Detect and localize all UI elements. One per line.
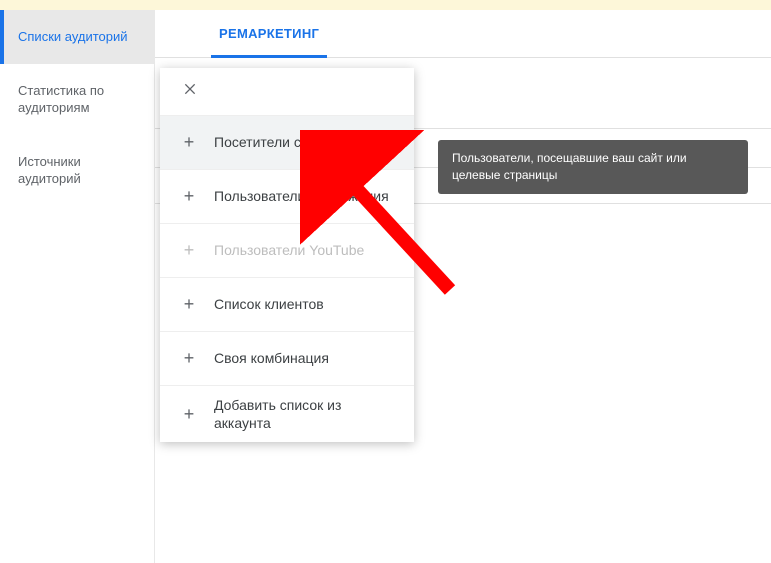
sidebar-item-label: Источники аудиторий <box>18 154 81 187</box>
plus-icon: + <box>182 294 196 315</box>
dropdown-item-youtube-users: + Пользователи YouTube <box>160 224 414 278</box>
dropdown-item-app-users[interactable]: + Пользователи приложения <box>160 170 414 224</box>
dropdown-item-label: Список клиентов <box>214 295 396 313</box>
sidebar: Списки аудиторий Статистика по аудитория… <box>0 10 155 563</box>
tooltip: Пользователи, посещавшие ваш сайт или це… <box>438 140 748 194</box>
dropdown-item-label: Посетители сайта <box>214 133 396 151</box>
dropdown-close-button[interactable] <box>160 68 414 116</box>
sidebar-item-label: Статистика по аудиториям <box>18 83 104 116</box>
dropdown-item-site-visitors[interactable]: + Посетители сайта <box>160 116 414 170</box>
tooltip-text: Пользователи, посещавшие ваш сайт или це… <box>452 151 687 182</box>
dropdown-item-custom-combo[interactable]: + Своя комбинация <box>160 332 414 386</box>
plus-icon: + <box>182 404 196 425</box>
plus-icon: + <box>182 132 196 153</box>
notice-bar <box>0 0 771 10</box>
plus-icon: + <box>182 348 196 369</box>
sidebar-item-audience-lists[interactable]: Списки аудиторий <box>0 10 154 64</box>
dropdown-item-label: Пользователи YouTube <box>214 241 396 259</box>
sidebar-item-audience-stats[interactable]: Статистика по аудиториям <box>0 64 154 135</box>
tab-bar: РЕМАРКЕТИНГ <box>155 10 771 58</box>
sidebar-item-label: Списки аудиторий <box>18 29 128 44</box>
dropdown-item-label: Своя комбинация <box>214 349 396 367</box>
tab-label: РЕМАРКЕТИНГ <box>219 26 319 41</box>
dropdown-item-label: Добавить список из аккаунта <box>214 396 396 432</box>
tab-remarketing[interactable]: РЕМАРКЕТИНГ <box>211 26 327 58</box>
dropdown-item-customer-list[interactable]: + Список клиентов <box>160 278 414 332</box>
plus-icon: + <box>182 240 196 261</box>
dropdown-item-label: Пользователи приложения <box>214 187 396 205</box>
dropdown-item-add-from-account[interactable]: + Добавить список из аккаунта <box>160 386 414 442</box>
sidebar-item-audience-sources[interactable]: Источники аудиторий <box>0 135 154 206</box>
plus-icon: + <box>182 186 196 207</box>
create-audience-dropdown: + Посетители сайта + Пользователи прилож… <box>160 68 414 442</box>
close-icon <box>182 81 198 102</box>
